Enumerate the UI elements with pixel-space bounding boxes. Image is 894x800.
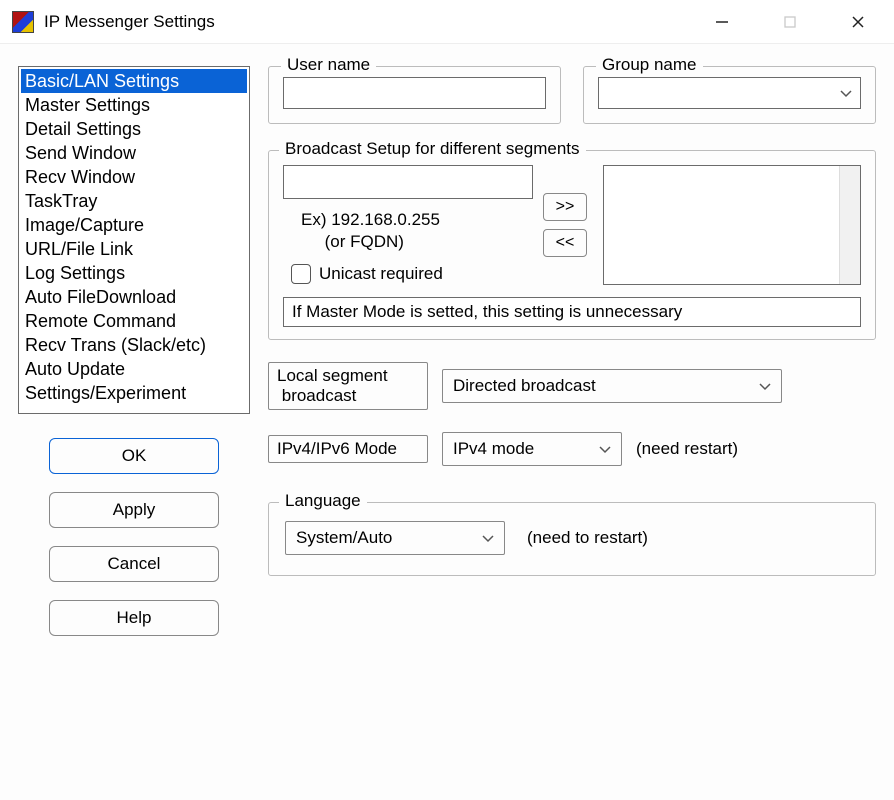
settings-category-list[interactable]: Basic/LAN SettingsMaster SettingsDetail … (18, 66, 250, 414)
chevron-down-icon (482, 528, 494, 548)
broadcast-add-button[interactable]: >> (543, 193, 587, 221)
broadcast-note: If Master Mode is setted, this setting i… (283, 297, 861, 327)
app-icon (12, 11, 34, 33)
settings-category-item[interactable]: TaskTray (21, 189, 247, 213)
chevron-down-icon (840, 83, 852, 103)
language-hint: (need to restart) (527, 528, 648, 548)
broadcast-ip-input[interactable] (283, 165, 533, 199)
group-name-label: Group name (596, 55, 703, 75)
scroll-up-icon[interactable]: ▲ (844, 170, 856, 184)
language-group: Language System/Auto (need to restart) (268, 502, 876, 576)
group-name-combo[interactable] (598, 77, 861, 109)
help-button[interactable]: Help (49, 600, 219, 636)
group-name-group: Group name (583, 66, 876, 124)
settings-category-item[interactable]: Basic/LAN Settings (21, 69, 247, 93)
settings-category-item[interactable]: Master Settings (21, 93, 247, 117)
settings-category-item[interactable]: Recv Window (21, 165, 247, 189)
ok-button[interactable]: OK (49, 438, 219, 474)
broadcast-group: Broadcast Setup for different segments E… (268, 150, 876, 340)
settings-category-item[interactable]: Image/Capture (21, 213, 247, 237)
minimize-button[interactable] (702, 8, 742, 36)
settings-category-item[interactable]: Auto Update (21, 357, 247, 381)
settings-category-item[interactable]: Detail Settings (21, 117, 247, 141)
ip-mode-hint: (need restart) (636, 439, 738, 459)
broadcast-legend: Broadcast Setup for different segments (279, 139, 586, 159)
window-title: IP Messenger Settings (44, 12, 702, 32)
broadcast-remove-button[interactable]: << (543, 229, 587, 257)
apply-button[interactable]: Apply (49, 492, 219, 528)
chevron-down-icon (759, 376, 771, 396)
chevron-down-icon (599, 439, 611, 459)
cancel-button[interactable]: Cancel (49, 546, 219, 582)
settings-category-item[interactable]: Auto FileDownload (21, 285, 247, 309)
settings-category-item[interactable]: URL/File Link (21, 237, 247, 261)
broadcast-list[interactable]: ▲ ▼ (603, 165, 861, 285)
broadcast-example: Ex) 192.168.0.255 (or FQDN) (283, 203, 533, 260)
settings-category-item[interactable]: Settings/Experiment (21, 381, 247, 405)
ip-mode-label: IPv4/IPv6 Mode (268, 435, 428, 463)
scroll-down-icon[interactable]: ▼ (844, 266, 856, 280)
settings-category-item[interactable]: Log Settings (21, 261, 247, 285)
language-legend: Language (279, 491, 367, 511)
titlebar: IP Messenger Settings (0, 0, 894, 44)
local-broadcast-select[interactable]: Directed broadcast (442, 369, 782, 403)
settings-category-item[interactable]: Send Window (21, 141, 247, 165)
settings-category-item[interactable]: Recv Trans (Slack/etc) (21, 333, 247, 357)
close-button[interactable] (838, 8, 878, 36)
local-broadcast-label: Local segment broadcast (268, 362, 428, 410)
settings-category-item[interactable]: Remote Command (21, 309, 247, 333)
language-select[interactable]: System/Auto (285, 521, 505, 555)
unicast-required-label: Unicast required (319, 264, 443, 284)
user-name-group: User name (268, 66, 561, 124)
maximize-button[interactable] (770, 8, 810, 36)
ip-mode-select[interactable]: IPv4 mode (442, 432, 622, 466)
unicast-required-checkbox[interactable] (291, 264, 311, 284)
user-name-input[interactable] (283, 77, 546, 109)
user-name-label: User name (281, 55, 376, 75)
